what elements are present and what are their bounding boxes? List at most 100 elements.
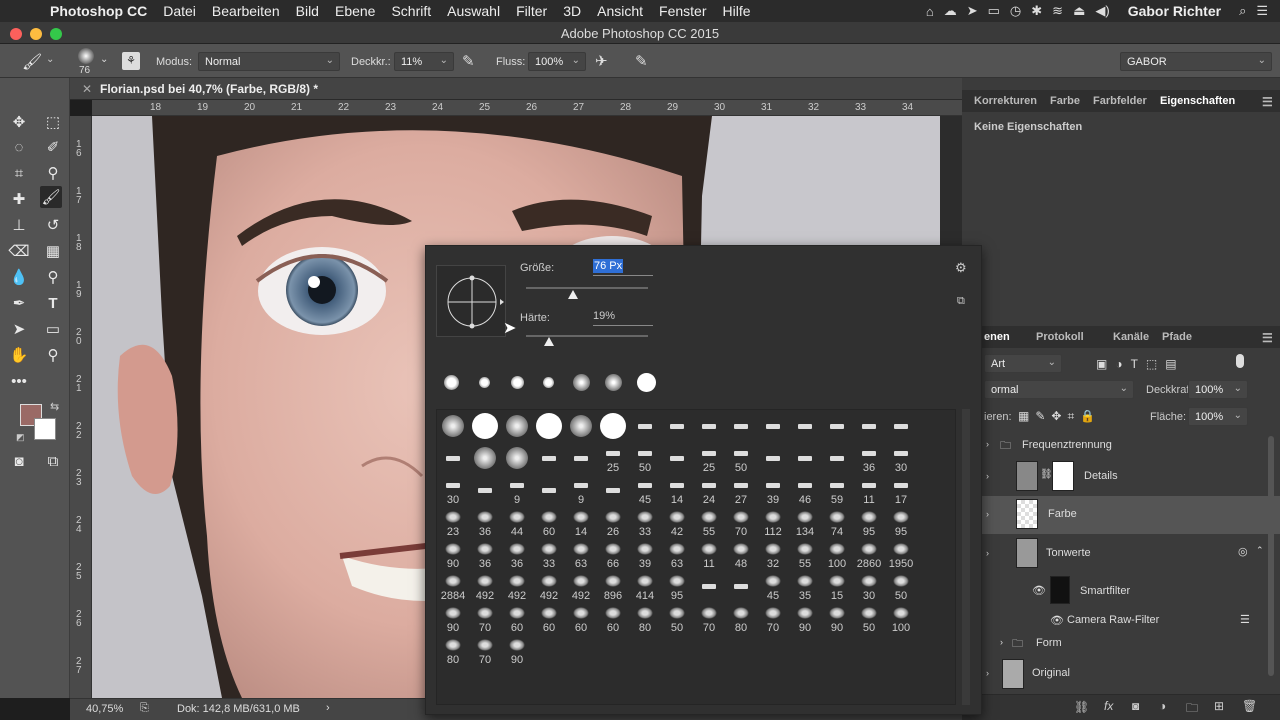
export-icon[interactable]: ⎘ xyxy=(140,702,149,715)
user-name[interactable]: Gabor Richter xyxy=(1120,3,1229,19)
forward-icon[interactable]: ➤ xyxy=(967,3,978,19)
brush-preset[interactable] xyxy=(599,412,627,440)
menu-hilfe[interactable]: Hilfe xyxy=(715,3,759,19)
layer-fill-input[interactable]: 100% ⌄ xyxy=(1188,407,1248,426)
brush-preset[interactable] xyxy=(503,412,531,440)
hardness-slider-handle[interactable] xyxy=(544,337,555,346)
rectangle-tool-icon[interactable]: ▭ xyxy=(42,318,64,340)
add-mask-icon[interactable]: ◙ xyxy=(1132,699,1139,713)
brush-preset[interactable] xyxy=(727,572,755,600)
eyedropper-tool-icon[interactable]: ⚲ xyxy=(42,162,64,184)
recent-brush[interactable] xyxy=(543,377,554,388)
collapse-effects-icon[interactable]: ⌃ xyxy=(1256,545,1264,556)
brush-preset[interactable] xyxy=(663,444,691,472)
flow-input[interactable]: 100% ⌄ xyxy=(528,52,586,71)
visibility-eye-icon[interactable]: 👁 xyxy=(1032,584,1046,597)
move-tool-icon[interactable]: ✥ xyxy=(8,111,30,133)
menu-bild[interactable]: Bild xyxy=(288,3,327,19)
zoom-level[interactable]: 40,75% xyxy=(86,703,123,715)
display-icon[interactable]: ▭ xyxy=(988,3,1000,19)
path-selection-tool-icon[interactable]: ➤ xyxy=(8,318,30,340)
brush-preset[interactable] xyxy=(663,412,691,440)
layer-tonwerte[interactable]: › Tonwerte ◎ ⌃ xyxy=(962,535,1280,573)
brush-preview[interactable] xyxy=(78,48,94,64)
layer-smartfilter[interactable]: 👁 Smartfilter xyxy=(962,574,1280,608)
layer-filter-icons[interactable]: ▣◑T⬚▤ xyxy=(1096,357,1185,371)
mode-select[interactable]: Normal ⌄ xyxy=(198,52,340,71)
pressure-size-icon[interactable]: ✎ xyxy=(635,52,648,70)
zoom-tool-icon[interactable]: ⚲ xyxy=(42,344,64,366)
dodge-tool-icon[interactable]: ⚲ xyxy=(42,266,64,288)
menu-bearbeiten[interactable]: Bearbeiten xyxy=(204,3,288,19)
background-color-swatch[interactable] xyxy=(34,418,56,440)
bluetooth-icon[interactable]: ✱ xyxy=(1031,3,1042,19)
screen-mode-icon[interactable]: ⧉ xyxy=(42,450,64,472)
menu-3d[interactable]: 3D xyxy=(555,3,589,19)
opacity-input[interactable]: 11% ⌄ xyxy=(394,52,454,71)
brush-preset[interactable] xyxy=(887,412,915,440)
brush-preset[interactable] xyxy=(471,444,499,472)
brush-preset[interactable] xyxy=(535,476,563,504)
expand-chevron-icon[interactable]: › xyxy=(986,668,989,678)
fx-icon[interactable]: fx xyxy=(1104,699,1113,713)
visibility-eye-icon[interactable]: 👁 xyxy=(1050,614,1064,627)
recent-brush[interactable] xyxy=(573,374,590,391)
brush-picker-toggle-icon[interactable]: ⌄ xyxy=(100,54,108,65)
link-icon[interactable]: ⛓ xyxy=(1040,469,1053,480)
tab-ebenen[interactable]: enen xyxy=(984,331,1010,343)
brush-angle-roundness-icon[interactable] xyxy=(437,266,507,338)
menu-ansicht[interactable]: Ansicht xyxy=(589,3,651,19)
brush-preset[interactable] xyxy=(791,412,819,440)
menu-ebene[interactable]: Ebene xyxy=(327,3,383,19)
panel-menu-icon[interactable]: ☰ xyxy=(1262,95,1273,109)
blur-tool-icon[interactable]: 💧 xyxy=(8,266,30,288)
brush-preset[interactable] xyxy=(535,444,563,472)
status-menu-icon[interactable]: › xyxy=(326,702,330,714)
recent-brush[interactable] xyxy=(605,374,622,391)
tab-korrekturen[interactable]: Korrekturen xyxy=(974,95,1037,107)
brush-preset[interactable] xyxy=(695,572,723,600)
brush-tip-preview[interactable] xyxy=(436,265,506,337)
brush-preset[interactable] xyxy=(439,444,467,472)
layer-group-frequenztrennung[interactable]: › 🗀 Frequenztrennung xyxy=(962,432,1280,458)
home-icon[interactable]: ⌂ xyxy=(926,4,934,19)
pen-tool-icon[interactable]: ✒ xyxy=(8,292,30,314)
new-group-icon[interactable]: 🗀 xyxy=(1186,699,1198,720)
brush-tool-icon[interactable]: 🖌 xyxy=(22,52,42,72)
menu-schrift[interactable]: Schrift xyxy=(383,3,439,19)
expand-chevron-icon[interactable]: › xyxy=(1000,637,1003,647)
brush-preset[interactable] xyxy=(439,412,467,440)
airbrush-icon[interactable]: ✈ xyxy=(595,52,608,70)
type-tool-icon[interactable]: T xyxy=(42,292,64,314)
document-tab[interactable]: ✕ Florian.psd bei 40,7% (Farbe, RGB/8) * xyxy=(70,78,962,100)
healing-brush-tool-icon[interactable]: ✚ xyxy=(8,188,30,210)
new-layer-icon[interactable]: ⊞ xyxy=(1214,699,1224,713)
eject-icon[interactable]: ⏏ xyxy=(1073,3,1085,19)
time-machine-icon[interactable]: ◷ xyxy=(1010,3,1021,19)
brush-preset[interactable] xyxy=(471,412,499,440)
link-layers-icon[interactable]: ⛓ xyxy=(1074,700,1089,714)
brush-panel-icon[interactable]: ⚘ xyxy=(122,52,140,70)
filter-options-icon[interactable]: ☰ xyxy=(1240,613,1250,626)
history-brush-tool-icon[interactable]: ↺ xyxy=(42,214,64,236)
pressure-opacity-icon[interactable]: ✎ xyxy=(462,52,475,70)
brush-preset[interactable] xyxy=(823,412,851,440)
menu-app-name[interactable]: Photoshop CC xyxy=(42,3,155,19)
picker-settings-gear-icon[interactable]: ⚙ xyxy=(955,260,967,276)
tab-protokoll[interactable]: Protokoll xyxy=(1036,331,1084,343)
brush-tool-active-icon[interactable]: 🖌 xyxy=(40,186,62,208)
quick-selection-tool-icon[interactable]: ✐ xyxy=(42,136,64,158)
brush-preset[interactable] xyxy=(599,476,627,504)
recent-brush-selected[interactable] xyxy=(637,373,656,392)
layers-menu-icon[interactable]: ☰ xyxy=(1262,331,1273,345)
brush-preset[interactable] xyxy=(759,412,787,440)
layer-original[interactable]: › Original xyxy=(962,656,1280,692)
size-slider-track[interactable] xyxy=(526,287,648,289)
brush-preset[interactable] xyxy=(567,444,595,472)
menu-filter[interactable]: Filter xyxy=(508,3,555,19)
expand-chevron-icon[interactable]: › xyxy=(986,439,989,449)
expand-chevron-icon[interactable]: › xyxy=(986,548,989,558)
quick-mask-icon[interactable]: ◙ xyxy=(8,450,30,472)
default-colors-icon[interactable]: ◩ xyxy=(16,432,25,443)
lock-icons[interactable]: ▦✎✥⌗🔒 xyxy=(1018,409,1101,424)
